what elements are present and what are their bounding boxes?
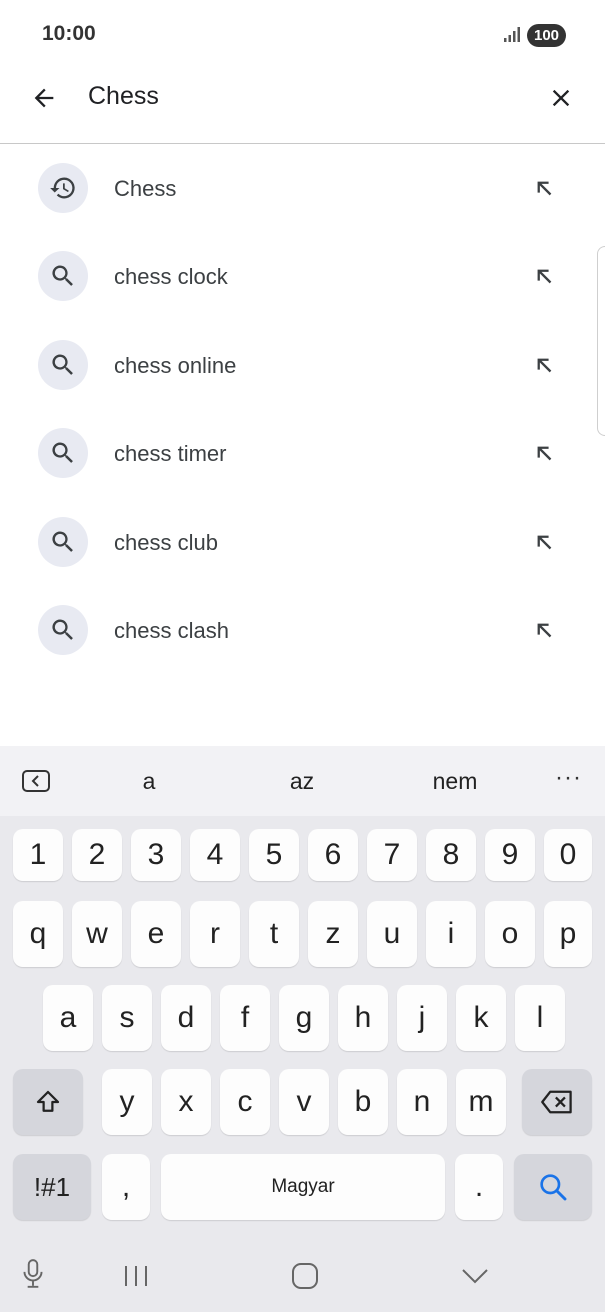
key[interactable]: d <box>161 985 211 1051</box>
suggestion-label: chess online <box>114 353 237 378</box>
recent-apps-icon[interactable] <box>122 1264 150 1288</box>
shift-key[interactable] <box>13 1069 83 1135</box>
key[interactable]: s <box>102 985 152 1051</box>
key[interactable]: w <box>72 901 122 967</box>
key[interactable]: z <box>308 901 358 967</box>
key[interactable]: 9 <box>485 829 535 881</box>
keyboard-collapse-icon[interactable] <box>22 770 50 792</box>
suggestion-label: chess timer <box>114 441 227 466</box>
key[interactable]: m <box>456 1069 506 1135</box>
suggestion-item[interactable]: chess online <box>0 321 605 409</box>
search-icon <box>38 251 88 301</box>
fill-query-button[interactable] <box>530 439 558 467</box>
keyboard-suggestion[interactable]: az <box>272 768 332 795</box>
microphone-icon[interactable] <box>20 1258 46 1290</box>
keyboard-suggestion-bar: a az nem ··· <box>0 746 605 816</box>
symbols-key[interactable]: !#1 <box>13 1154 91 1220</box>
key[interactable]: x <box>161 1069 211 1135</box>
key[interactable]: h <box>338 985 388 1051</box>
key[interactable]: o <box>485 901 535 967</box>
shift-icon <box>36 1090 60 1112</box>
arrow-north-west-icon <box>537 623 552 638</box>
back-button[interactable] <box>26 80 62 116</box>
space-key[interactable]: Magyar <box>161 1154 445 1220</box>
keyboard: a az nem ··· 1 2 3 4 5 6 7 8 9 0 q w e r… <box>0 746 605 1312</box>
key[interactable]: 6 <box>308 829 358 881</box>
key[interactable]: 3 <box>131 829 181 881</box>
arrow-north-west-icon <box>537 358 552 373</box>
search-icon <box>38 605 88 655</box>
key[interactable]: 5 <box>249 829 299 881</box>
clear-button[interactable] <box>543 80 579 116</box>
arrow-north-west-icon <box>537 181 552 196</box>
key[interactable]: j <box>397 985 447 1051</box>
fill-query-button[interactable] <box>530 262 558 290</box>
key[interactable]: b <box>338 1069 388 1135</box>
comma-key[interactable]: , <box>102 1154 150 1220</box>
close-icon <box>552 89 570 107</box>
key[interactable]: a <box>43 985 93 1051</box>
key[interactable]: l <box>515 985 565 1051</box>
suggestion-item[interactable]: chess timer <box>0 409 605 497</box>
arrow-north-west-icon <box>537 269 552 284</box>
key[interactable]: p <box>544 901 592 967</box>
fill-query-button[interactable] <box>530 528 558 556</box>
key[interactable]: g <box>279 985 329 1051</box>
navigation-bar <box>0 1236 605 1312</box>
key[interactable]: 0 <box>544 829 592 881</box>
hide-keyboard-icon[interactable] <box>460 1266 490 1286</box>
fill-query-button[interactable] <box>530 174 558 202</box>
key[interactable]: c <box>220 1069 270 1135</box>
more-options-icon[interactable]: ··· <box>555 764 582 792</box>
arrow-back-icon <box>34 88 54 108</box>
key[interactable]: f <box>220 985 270 1051</box>
search-key[interactable] <box>514 1154 592 1220</box>
backspace-icon <box>541 1090 572 1114</box>
suggestion-label: chess clock <box>114 264 228 289</box>
key[interactable]: i <box>426 901 476 967</box>
status-bar: 10:00 100 <box>0 0 605 66</box>
history-icon <box>38 163 88 213</box>
suggestion-item[interactable]: chess club <box>0 498 605 586</box>
scroll-handle[interactable] <box>597 246 605 436</box>
fill-query-button[interactable] <box>530 351 558 379</box>
key[interactable]: e <box>131 901 181 967</box>
arrow-north-west-icon <box>537 535 552 550</box>
signal-icon <box>504 27 520 42</box>
key[interactable]: 8 <box>426 829 476 881</box>
search-icon <box>38 517 88 567</box>
suggestion-item[interactable]: chess clock <box>0 232 605 320</box>
key[interactable]: t <box>249 901 299 967</box>
period-key[interactable]: . <box>455 1154 503 1220</box>
key[interactable]: q <box>13 901 63 967</box>
keyboard-suggestion[interactable]: a <box>120 768 178 795</box>
suggestion-item[interactable]: chess clash <box>0 586 605 674</box>
key[interactable]: v <box>279 1069 329 1135</box>
key[interactable]: 7 <box>367 829 417 881</box>
key[interactable]: 1 <box>13 829 63 881</box>
backspace-key[interactable] <box>522 1069 592 1135</box>
suggestion-label: chess clash <box>114 618 229 643</box>
key[interactable]: n <box>397 1069 447 1135</box>
search-icon <box>540 1174 567 1201</box>
search-bar: Chess <box>0 66 605 144</box>
keyboard-suggestion[interactable]: nem <box>420 768 490 795</box>
key[interactable]: k <box>456 985 506 1051</box>
search-icon <box>38 428 88 478</box>
suggestion-label: chess club <box>114 530 218 555</box>
key[interactable]: r <box>190 901 240 967</box>
suggestion-item[interactable]: Chess <box>0 144 605 232</box>
home-icon[interactable] <box>291 1262 319 1290</box>
arrow-north-west-icon <box>537 446 552 461</box>
key[interactable]: u <box>367 901 417 967</box>
key[interactable]: 2 <box>72 829 122 881</box>
status-time: 10:00 <box>42 22 96 45</box>
suggestion-label: Chess <box>114 176 177 201</box>
key[interactable]: 4 <box>190 829 240 881</box>
key[interactable]: y <box>102 1069 152 1135</box>
battery-indicator: 100 <box>527 24 566 47</box>
fill-query-button[interactable] <box>530 616 558 644</box>
search-icon <box>38 340 88 390</box>
search-input[interactable]: Chess <box>88 82 159 111</box>
